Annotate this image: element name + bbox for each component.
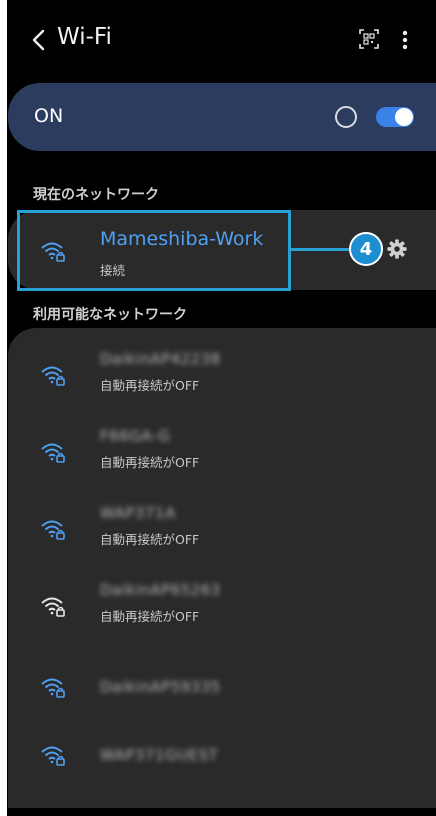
wifi-lock-icon bbox=[41, 520, 65, 540]
qr-scan-icon[interactable] bbox=[357, 27, 381, 51]
wifi-lock-icon bbox=[41, 366, 65, 386]
current-network-status: 接続 bbox=[100, 263, 126, 278]
wifi-toggle-label: ON bbox=[34, 105, 64, 127]
available-networks-list: DaikinAP42238 自動再接続がOFF F66GA-G 自動再接続がOF… bbox=[8, 328, 436, 808]
wifi-toggle-card[interactable]: ON bbox=[8, 83, 436, 151]
wifi-lock-icon bbox=[41, 597, 65, 617]
gear-icon[interactable] bbox=[386, 238, 408, 260]
network-status: 自動再接続がOFF bbox=[100, 609, 200, 624]
network-row[interactable]: WAP371GUEST bbox=[8, 718, 436, 796]
available-networks-header: 利用可能なネットワーク bbox=[33, 307, 187, 323]
app-bar: Wi-Fi bbox=[7, 0, 436, 80]
current-network-card[interactable]: Mameshiba-Work 接続 4 bbox=[8, 210, 436, 291]
wifi-settings-screen: Wi-Fi ON 現在のネットワーク Mameshiba-Work 接続 4 利… bbox=[7, 0, 436, 816]
current-network-header: 現在のネットワーク bbox=[33, 187, 159, 203]
current-network-name: Mameshiba-Work bbox=[100, 228, 264, 250]
switch-knob bbox=[395, 108, 413, 126]
wifi-lock-icon bbox=[41, 242, 65, 262]
network-name: DaikinAP59335 bbox=[100, 678, 221, 696]
network-row[interactable]: F66GA-G 自動再接続がOFF bbox=[8, 419, 436, 497]
network-name: WAP371GUEST bbox=[100, 746, 219, 764]
network-name: WAP371A bbox=[100, 504, 176, 522]
network-row[interactable]: WAP371A 自動再接続がOFF bbox=[8, 496, 436, 574]
network-row[interactable]: DaikinAP42238 自動再接続がOFF bbox=[8, 342, 436, 420]
network-status: 自動再接続がOFF bbox=[100, 455, 200, 470]
network-name: DaikinAP42238 bbox=[100, 350, 221, 368]
step-badge: 4 bbox=[349, 232, 383, 266]
network-row[interactable]: DaikinAP59335 bbox=[8, 650, 436, 728]
wifi-lock-icon bbox=[41, 746, 65, 766]
more-vert-icon[interactable] bbox=[395, 26, 415, 54]
callout-line bbox=[291, 248, 353, 251]
back-icon[interactable] bbox=[29, 26, 49, 54]
circle-button-icon[interactable] bbox=[335, 106, 357, 128]
network-row[interactable]: DaikinAP65263 自動再接続がOFF bbox=[8, 573, 436, 651]
wifi-lock-icon bbox=[41, 678, 65, 698]
wifi-switch[interactable] bbox=[376, 107, 414, 127]
wifi-lock-icon bbox=[41, 443, 65, 463]
page-title: Wi-Fi bbox=[57, 24, 112, 50]
network-status: 自動再接続がOFF bbox=[100, 532, 200, 547]
network-name: F66GA-G bbox=[100, 427, 171, 445]
network-status: 自動再接続がOFF bbox=[100, 378, 200, 393]
network-name: DaikinAP65263 bbox=[100, 581, 221, 599]
